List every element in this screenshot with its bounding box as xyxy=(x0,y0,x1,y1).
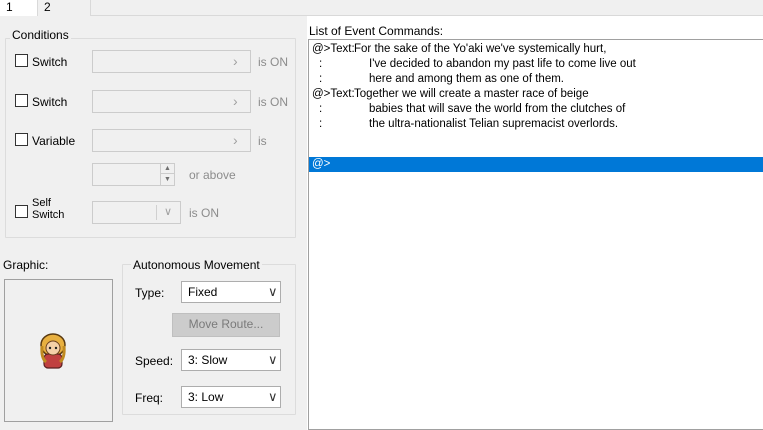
tab-1[interactable]: 1 xyxy=(0,0,38,17)
variable-suffix: is xyxy=(258,134,267,148)
tab-1-label: 1 xyxy=(6,0,13,14)
command-prefix: @>Text: xyxy=(312,43,355,55)
spinner-down-icon[interactable]: ▼ xyxy=(160,174,174,185)
graphic-box[interactable] xyxy=(4,279,113,422)
command-prefix: @>Text: xyxy=(312,88,355,100)
chevron-down-icon: ∨ xyxy=(268,352,278,367)
freq-value: 3: Low xyxy=(188,390,224,404)
chevron-down-icon: ∨ xyxy=(268,389,278,404)
command-prefix: @> xyxy=(312,158,331,170)
command-row[interactable]: : the ultra-nationalist Telian supremaci… xyxy=(309,117,763,132)
variable-select[interactable]: › xyxy=(92,129,251,152)
command-row[interactable]: : here and among them as one of them. xyxy=(309,72,763,87)
command-row[interactable]: @>Text: Together we will create a master… xyxy=(309,87,763,102)
variable-label: Variable xyxy=(32,134,76,148)
variable-value-spinner[interactable]: ▲ ▼ xyxy=(92,163,175,186)
self-switch-label-line2: Switch xyxy=(32,209,65,221)
switch1-label: Switch xyxy=(32,55,68,69)
tab-2-label: 2 xyxy=(44,0,51,14)
self-switch-suffix: is ON xyxy=(189,206,219,220)
chevron-down-icon: ∨ xyxy=(164,206,173,218)
chevron-right-icon: › xyxy=(233,132,238,148)
move-route-button[interactable]: Move Route... xyxy=(172,313,280,337)
self-switch-checkbox[interactable] xyxy=(15,205,28,218)
type-select[interactable]: Fixed ∨ xyxy=(181,281,281,303)
command-prefix: : xyxy=(319,73,323,85)
command-prefix: : xyxy=(319,58,323,70)
freq-label: Freq: xyxy=(135,391,164,405)
switch2-suffix: is ON xyxy=(258,95,288,109)
switch1-suffix: is ON xyxy=(258,55,288,69)
command-text: here and among them as one of them. xyxy=(369,73,564,85)
divider xyxy=(156,205,157,220)
self-switch-select[interactable]: ∨ xyxy=(92,201,181,224)
switch1-checkbox[interactable] xyxy=(15,54,28,67)
speed-value: 3: Slow xyxy=(188,353,228,367)
or-above-label: or above xyxy=(189,168,236,182)
spinner-up-icon[interactable]: ▲ xyxy=(160,164,174,174)
command-prefix: : xyxy=(319,118,323,130)
event-commands-title: List of Event Commands: xyxy=(309,24,444,38)
command-row[interactable]: @>Text: For the sake of the Yo'aki we've… xyxy=(309,42,763,57)
graphic-label: Graphic: xyxy=(3,258,49,272)
switch1-select[interactable]: › xyxy=(92,50,251,73)
command-text: the ultra-nationalist Telian supremacist… xyxy=(369,118,619,130)
tab-2[interactable]: 2 xyxy=(38,0,91,16)
event-commands-list[interactable]: @>Text: For the sake of the Yo'aki we've… xyxy=(308,39,763,430)
chevron-right-icon: › xyxy=(233,93,238,109)
conditions-title: Conditions xyxy=(10,28,71,42)
command-prefix: : xyxy=(319,103,323,115)
command-row[interactable]: : babies that will save the world from t… xyxy=(309,102,763,117)
switch2-checkbox[interactable] xyxy=(15,94,28,107)
autonomous-movement-title: Autonomous Movement xyxy=(131,258,262,272)
chevron-right-icon: › xyxy=(233,53,238,69)
freq-select[interactable]: 3: Low ∨ xyxy=(181,386,281,408)
command-row[interactable]: : I've decided to abandon my past life t… xyxy=(309,57,763,72)
command-text: I've decided to abandon my past life to … xyxy=(369,58,636,70)
variable-checkbox[interactable] xyxy=(15,133,28,146)
self-switch-label-line1: Self xyxy=(32,197,51,209)
switch2-select[interactable]: › xyxy=(92,90,251,113)
switch2-label: Switch xyxy=(32,95,68,109)
chevron-down-icon: ∨ xyxy=(268,284,278,299)
character-sprite-icon xyxy=(40,333,66,369)
tab-bar xyxy=(0,0,763,16)
type-value: Fixed xyxy=(188,285,218,299)
command-row-selected[interactable]: @> xyxy=(309,157,763,172)
speed-select[interactable]: 3: Slow ∨ xyxy=(181,349,281,371)
type-label: Type: xyxy=(135,286,165,300)
command-text: For the sake of the Yo'aki we've systemi… xyxy=(354,43,607,55)
speed-label: Speed: xyxy=(135,354,174,368)
command-text: babies that will save the world from the… xyxy=(369,103,626,115)
command-text: Together we will create a master race of… xyxy=(354,88,589,100)
